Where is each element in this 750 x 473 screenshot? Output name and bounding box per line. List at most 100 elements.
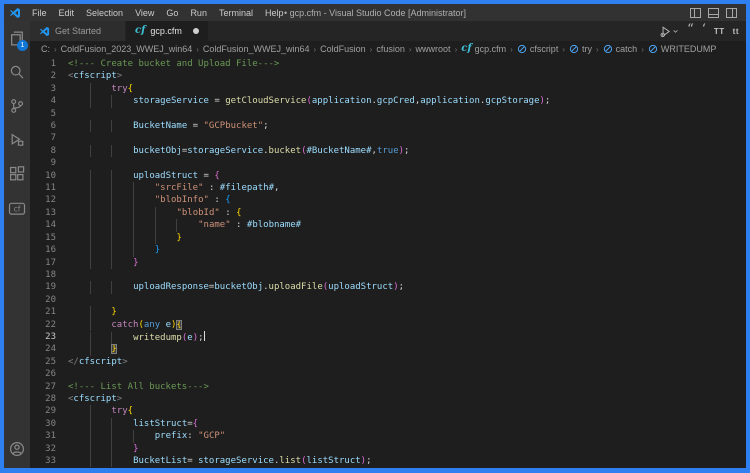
coldfusion-extension-icon[interactable]: cf <box>4 191 30 225</box>
line-number[interactable]: 33 <box>30 455 56 467</box>
menu-view[interactable]: View <box>129 6 160 20</box>
line-number[interactable]: 25 <box>30 356 56 368</box>
line-number[interactable]: 12 <box>30 194 56 206</box>
breadcrumb-item-try[interactable]: try <box>568 44 593 54</box>
source-control-icon[interactable] <box>4 89 30 123</box>
code-line[interactable]: 29 try{ <box>30 405 746 417</box>
line-number[interactable]: 26 <box>30 368 56 380</box>
breadcrumb-item-cfusion[interactable]: cfusion <box>375 44 406 54</box>
code-line[interactable]: 24 } <box>30 343 746 355</box>
breadcrumb-item-wwwroot[interactable]: wwwroot <box>415 44 452 54</box>
lowercase-icon[interactable]: tt <box>733 27 739 36</box>
code-line[interactable]: 18 <box>30 269 746 281</box>
code-line[interactable]: 9 <box>30 157 746 169</box>
code-line[interactable]: 23 writedump(e); <box>30 331 746 343</box>
line-number[interactable]: 21 <box>30 306 56 318</box>
modified-dot-icon[interactable] <box>193 28 199 34</box>
code-editor[interactable]: 1<!--- Create bucket and Upload File--->… <box>30 57 746 468</box>
code-line[interactable]: 2<cfscript> <box>30 70 746 82</box>
line-number[interactable]: 14 <box>30 219 56 231</box>
line-number[interactable]: 29 <box>30 405 56 417</box>
tab-get-started[interactable]: Get Started <box>30 21 126 41</box>
line-number[interactable]: 5 <box>30 108 56 120</box>
settings-gear-icon[interactable] <box>4 464 30 468</box>
code-line[interactable]: 12 "blobInfo" : { <box>30 194 746 206</box>
toggle-sidebar-icon[interactable] <box>690 8 701 18</box>
line-number[interactable]: 9 <box>30 157 56 169</box>
menu-file[interactable]: File <box>26 6 53 20</box>
line-number[interactable]: 7 <box>30 132 56 144</box>
line-number[interactable]: 10 <box>30 170 56 182</box>
code-line[interactable]: 22 catch(any e){ <box>30 319 746 331</box>
menu-edit[interactable]: Edit <box>53 6 81 20</box>
line-number[interactable]: 18 <box>30 269 56 281</box>
line-number[interactable]: 28 <box>30 393 56 405</box>
code-line[interactable]: 28<cfscript> <box>30 393 746 405</box>
breadcrumb-item-coldfusion-wwej-win64[interactable]: ColdFusion_WWEJ_win64 <box>202 44 311 54</box>
code-line[interactable]: 33 BucketList= storageService.list(listS… <box>30 455 746 467</box>
code-line[interactable]: 13 "blobId" : { <box>30 207 746 219</box>
code-line[interactable]: 25</cfscript> <box>30 356 746 368</box>
code-line[interactable]: 8 bucketObj=storageService.bucket(#Bucke… <box>30 145 746 157</box>
line-number[interactable]: 30 <box>30 418 56 430</box>
line-number[interactable]: 8 <box>30 145 56 157</box>
line-number[interactable]: 32 <box>30 443 56 455</box>
search-icon[interactable] <box>4 55 30 89</box>
menu-terminal[interactable]: Terminal <box>213 6 259 20</box>
tab-gcp-cfm[interactable]: cfgcp.cfm <box>126 21 208 41</box>
line-number[interactable]: 11 <box>30 182 56 194</box>
extensions-icon[interactable] <box>4 157 30 191</box>
line-number[interactable]: 31 <box>30 430 56 442</box>
line-number[interactable]: 24 <box>30 343 56 355</box>
line-number[interactable]: 2 <box>30 70 56 82</box>
code-line[interactable]: 10 uploadStruct = { <box>30 170 746 182</box>
code-line[interactable]: 17 } <box>30 257 746 269</box>
account-icon[interactable] <box>4 434 30 464</box>
code-line[interactable]: 20 <box>30 294 746 306</box>
uppercase-icon[interactable]: TT <box>714 27 725 36</box>
code-line[interactable]: 11 "srcFile" : #filepath#, <box>30 182 746 194</box>
toggle-panel-icon[interactable] <box>708 8 719 18</box>
run-debug-icon[interactable] <box>4 123 30 157</box>
single-quote-icon[interactable]: ‘ <box>702 25 706 37</box>
line-number[interactable]: 19 <box>30 281 56 293</box>
line-number[interactable]: 20 <box>30 294 56 306</box>
line-number[interactable]: 1 <box>30 58 56 70</box>
code-line[interactable]: 31 prefix: "GCP" <box>30 430 746 442</box>
menu-run[interactable]: Run <box>184 6 213 20</box>
code-line[interactable]: 4 storageService = getCloudService(appli… <box>30 95 746 107</box>
menu-help[interactable]: Help <box>259 6 290 20</box>
line-number[interactable]: 23 <box>30 331 56 343</box>
menu-go[interactable]: Go <box>160 6 184 20</box>
code-line[interactable]: 30 listStruct={ <box>30 418 746 430</box>
line-number[interactable]: 13 <box>30 207 56 219</box>
code-line[interactable]: 32 } <box>30 443 746 455</box>
line-number[interactable]: 15 <box>30 232 56 244</box>
code-line[interactable]: 7 <box>30 132 746 144</box>
code-line[interactable]: 16 } <box>30 244 746 256</box>
code-line[interactable]: 27<!--- List All buckets---> <box>30 381 746 393</box>
code-line[interactable]: 26 <box>30 368 746 380</box>
line-number[interactable]: 22 <box>30 319 56 331</box>
code-line[interactable]: 14 "name" : #blobname# <box>30 219 746 231</box>
breadcrumb-item-writedump[interactable]: WRITEDUMP <box>647 44 718 54</box>
line-number[interactable]: 16 <box>30 244 56 256</box>
code-line[interactable]: 3 try{ <box>30 83 746 95</box>
code-line[interactable]: 15 } <box>30 232 746 244</box>
line-number[interactable]: 6 <box>30 120 56 132</box>
breadcrumb-item-gcp-cfm[interactable]: cfgcp.cfm <box>460 44 507 54</box>
line-number[interactable]: 17 <box>30 257 56 269</box>
code-line[interactable]: 6 BucketName = "GCPbucket"; <box>30 120 746 132</box>
breadcrumb-item-cfscript[interactable]: cfscript <box>516 44 560 54</box>
breadcrumb-item-catch[interactable]: catch <box>602 44 639 54</box>
line-number[interactable]: 3 <box>30 83 56 95</box>
line-number[interactable]: 4 <box>30 95 56 107</box>
explorer-icon[interactable]: 1 <box>4 21 30 55</box>
run-or-debug-icon[interactable] <box>659 25 679 38</box>
code-line[interactable]: 1<!--- Create bucket and Upload File---> <box>30 58 746 70</box>
toggle-secondary-sidebar-icon[interactable] <box>726 8 737 18</box>
breadcrumb-item-coldfusion[interactable]: ColdFusion <box>319 44 367 54</box>
code-line[interactable]: 21 } <box>30 306 746 318</box>
menu-selection[interactable]: Selection <box>80 6 129 20</box>
double-quote-icon[interactable]: “ <box>687 25 694 37</box>
